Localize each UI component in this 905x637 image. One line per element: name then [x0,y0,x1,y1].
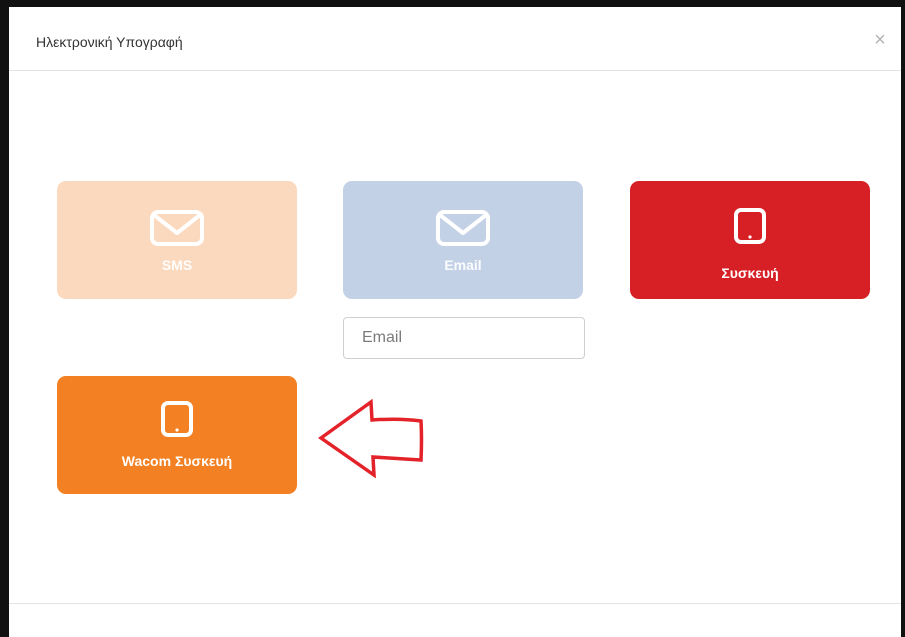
device-option-button[interactable]: Συσκευή [630,181,870,299]
arrow-left-icon [318,398,424,478]
tablet-icon [161,401,193,437]
screenshot-frame: Ηλεκτρονική Υπογραφή × SMS Email Συσκευή… [0,0,905,637]
close-button[interactable]: × [869,29,891,51]
device-option-label: Συσκευή [721,265,779,281]
window-edge-right [901,0,905,637]
envelope-icon [150,210,204,246]
modal-title: Ηλεκτρονική Υπογραφή [36,34,183,50]
sms-option-button[interactable]: SMS [57,181,297,299]
envelope-icon [436,210,490,246]
window-edge-left [0,0,9,637]
signature-modal: Ηλεκτρονική Υπογραφή × SMS Email Συσκευή… [9,7,901,637]
modal-footer-divider [9,603,901,604]
sms-option-label: SMS [161,257,193,273]
wacom-device-option-label: Wacom Συσκευή [121,453,233,469]
tablet-icon [734,208,766,244]
email-input[interactable] [343,317,585,359]
email-option-button[interactable]: Email [343,181,583,299]
wacom-device-option-button[interactable]: Wacom Συσκευή [57,376,297,494]
email-option-label: Email [444,257,482,273]
window-edge-top [0,0,905,7]
modal-header: Ηλεκτρονική Υπογραφή × [9,7,901,71]
